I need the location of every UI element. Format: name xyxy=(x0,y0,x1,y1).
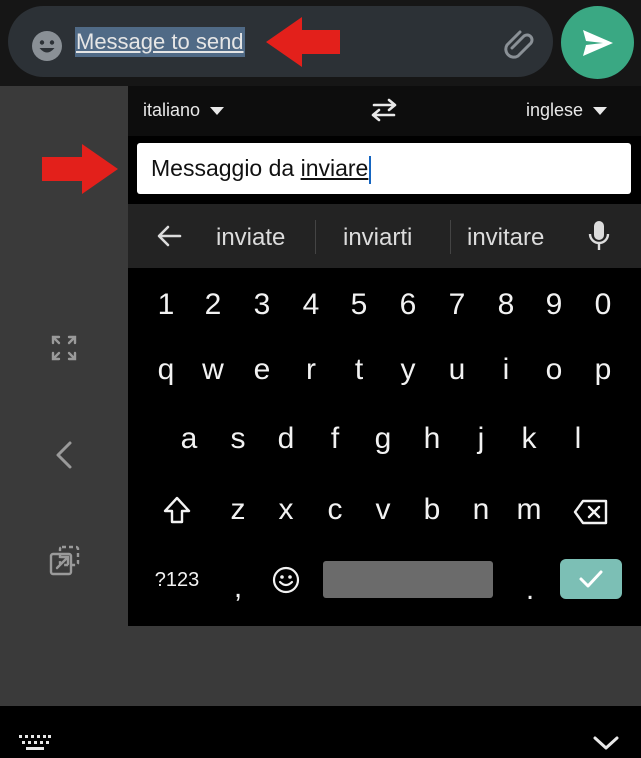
key-x[interactable]: x xyxy=(266,490,306,530)
key-v[interactable]: v xyxy=(363,490,403,530)
key-p[interactable]: p xyxy=(583,350,623,390)
key-m[interactable]: m xyxy=(509,490,549,530)
caret-down-icon xyxy=(210,106,225,115)
key-e[interactable]: e xyxy=(242,350,282,390)
key-z[interactable]: z xyxy=(218,490,258,530)
key-w[interactable]: w xyxy=(193,350,233,390)
target-language-selector[interactable]: inglese xyxy=(526,100,608,121)
key-g[interactable]: g xyxy=(363,419,403,459)
chevron-down-icon[interactable] xyxy=(592,734,620,752)
text-cursor xyxy=(369,155,372,184)
key-d[interactable]: d xyxy=(266,419,306,459)
key-t[interactable]: t xyxy=(339,350,379,390)
suggestion-divider xyxy=(315,220,316,254)
suggestion-1[interactable]: inviate xyxy=(216,224,285,252)
keyboard-switch-icon[interactable] xyxy=(18,734,52,752)
key-0[interactable]: 0 xyxy=(583,285,623,325)
suggestion-strip: inviate inviarti invitare xyxy=(128,204,641,268)
key-8[interactable]: 8 xyxy=(486,285,526,325)
symbols-key[interactable]: ?123 xyxy=(148,560,206,600)
key-j[interactable]: j xyxy=(461,419,501,459)
swap-languages-icon[interactable] xyxy=(368,98,400,122)
source-language-selector[interactable]: italiano xyxy=(143,100,225,121)
annotation-arrow-right xyxy=(42,144,118,194)
enter-key[interactable] xyxy=(560,559,622,599)
translation-input[interactable]: Messaggio da inviare xyxy=(137,143,631,194)
source-language-label: italiano xyxy=(143,100,201,120)
floating-keyboard-icon[interactable] xyxy=(48,544,82,578)
translation-composing-word: inviare xyxy=(300,155,369,181)
navigation-bar xyxy=(0,706,641,758)
key-period[interactable]: . xyxy=(510,570,550,610)
annotation-arrow-left xyxy=(266,17,340,67)
key-a[interactable]: a xyxy=(169,419,209,459)
key-c[interactable]: c xyxy=(315,490,355,530)
key-5[interactable]: 5 xyxy=(339,285,379,325)
suggestion-2[interactable]: inviarti xyxy=(343,224,412,252)
shift-icon[interactable] xyxy=(162,495,192,525)
fullscreen-expand-icon[interactable] xyxy=(50,334,78,362)
target-language-label: inglese xyxy=(526,100,584,120)
key-9[interactable]: 9 xyxy=(534,285,574,325)
backspace-icon[interactable] xyxy=(573,499,609,525)
key-r[interactable]: r xyxy=(291,350,331,390)
key-2[interactable]: 2 xyxy=(193,285,233,325)
suggestion-divider xyxy=(450,220,451,254)
key-h[interactable]: h xyxy=(412,419,452,459)
key-l[interactable]: l xyxy=(558,419,598,459)
emoji-key-icon[interactable] xyxy=(272,566,300,594)
key-o[interactable]: o xyxy=(534,350,574,390)
space-key[interactable] xyxy=(323,561,493,598)
send-button[interactable] xyxy=(561,6,634,79)
attach-paperclip-icon[interactable] xyxy=(500,24,538,62)
key-7[interactable]: 7 xyxy=(437,285,477,325)
translation-prefix: Messaggio da xyxy=(151,155,301,181)
message-input-text[interactable]: Message to send xyxy=(75,27,245,57)
key-3[interactable]: 3 xyxy=(242,285,282,325)
key-4[interactable]: 4 xyxy=(291,285,331,325)
key-1[interactable]: 1 xyxy=(146,285,186,325)
key-n[interactable]: n xyxy=(461,490,501,530)
back-arrow-icon[interactable] xyxy=(156,224,182,248)
key-b[interactable]: b xyxy=(412,490,452,530)
key-i[interactable]: i xyxy=(486,350,526,390)
key-y[interactable]: y xyxy=(388,350,428,390)
key-q[interactable]: q xyxy=(146,350,186,390)
key-u[interactable]: u xyxy=(437,350,477,390)
checkmark-icon xyxy=(579,570,603,588)
key-k[interactable]: k xyxy=(509,419,549,459)
caret-down-icon xyxy=(593,106,608,115)
key-comma[interactable]: , xyxy=(218,568,258,608)
key-6[interactable]: 6 xyxy=(388,285,428,325)
key-f[interactable]: f xyxy=(315,419,355,459)
chevron-left-icon[interactable] xyxy=(53,440,75,470)
suggestion-3[interactable]: invitare xyxy=(467,224,544,252)
send-icon xyxy=(582,29,613,56)
key-s[interactable]: s xyxy=(218,419,258,459)
emoji-icon[interactable] xyxy=(31,30,63,62)
microphone-icon[interactable] xyxy=(588,220,610,252)
